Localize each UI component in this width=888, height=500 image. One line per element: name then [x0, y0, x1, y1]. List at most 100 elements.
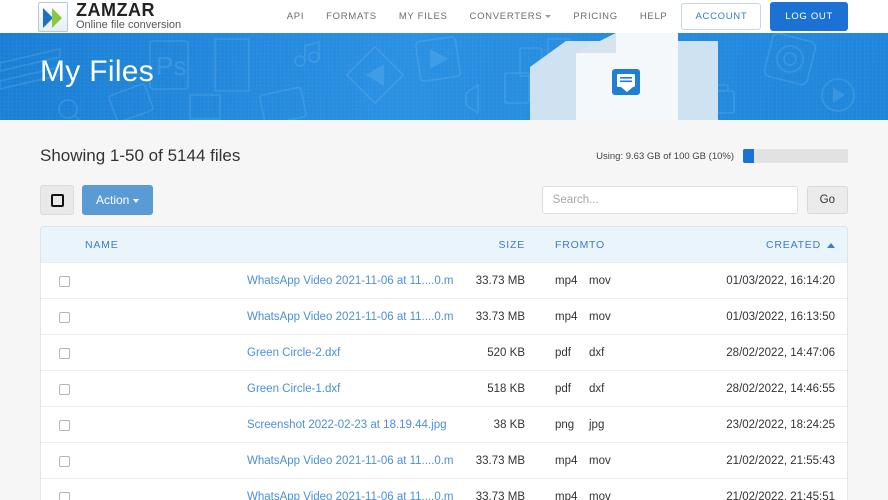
nav-label: HELP	[639, 11, 668, 22]
svg-text:Ps: Ps	[156, 51, 186, 81]
file-created-cell: 21/02/2022, 21:45:51	[641, 478, 847, 500]
action-dropdown-button[interactable]: Action	[82, 185, 154, 215]
nav-item-api[interactable]: API	[287, 11, 304, 22]
main-content: Showing 1-50 of 5144 files Using: 9.63 G…	[0, 134, 888, 500]
row-checkbox-cell	[41, 262, 247, 299]
row-checkbox[interactable]	[59, 419, 70, 431]
nav-label: CONVERTERS	[469, 11, 543, 22]
storage-progress-bar	[743, 149, 848, 163]
file-size-cell: 520 KB	[453, 334, 525, 371]
brand-title: ZAMZAR	[76, 0, 155, 20]
column-header-name[interactable]: NAME	[41, 227, 453, 263]
file-size-cell: 518 KB	[453, 370, 525, 407]
file-from-format-cell: mp4	[525, 442, 581, 479]
search-go-button[interactable]: Go	[806, 186, 848, 214]
nav-item-formats[interactable]: FORMATS	[326, 11, 377, 22]
storage-usage: Using: 9.63 GB of 100 GB (10%)	[596, 149, 848, 163]
file-name-cell: WhatsApp Video 2021-11-06 at 11....0.mov	[247, 298, 453, 335]
file-name-link[interactable]: Green Circle-1.dxf	[247, 383, 340, 395]
column-header-created[interactable]: CREATED	[641, 227, 847, 263]
table-row[interactable]: WhatsApp Video 2021-11-06 at 11....0.mov…	[41, 298, 847, 335]
table-row[interactable]: WhatsApp Video 2021-11-06 at 11....0.mov…	[41, 478, 847, 500]
caret-up-icon	[827, 242, 835, 248]
table-row[interactable]: Screenshot 2022-02-23 at 18.19.44.jpg 38 …	[41, 406, 847, 443]
row-checkbox[interactable]	[59, 383, 70, 395]
double-chevron-icon	[38, 1, 68, 32]
document-stack-illustration	[530, 33, 718, 120]
file-to-format-cell: mov	[581, 298, 641, 335]
row-checkbox-cell	[41, 334, 247, 371]
checkbox-square-icon	[50, 193, 64, 207]
table-row[interactable]: Green Circle-2.dxf 520 KB pdf dxf 28/02/2022…	[41, 334, 847, 371]
row-checkbox[interactable]	[59, 455, 70, 467]
nav-label: FORMATS	[326, 11, 377, 22]
file-from-format-cell: mp4	[525, 262, 581, 299]
file-created-cell: 28/02/2022, 14:47:06	[641, 334, 847, 371]
summary-row: Showing 1-50 of 5144 files Using: 9.63 G…	[40, 134, 848, 178]
file-from-format-cell: png	[525, 406, 581, 443]
nav-item-pricing[interactable]: PRICING	[573, 11, 618, 22]
file-created-cell: 21/02/2022, 21:55:43	[641, 442, 847, 479]
table-row[interactable]: WhatsApp Video 2021-11-06 at 11....0.mov…	[41, 262, 847, 299]
file-to-format-cell: dxf	[581, 370, 641, 407]
file-size-cell: 33.73 MB	[453, 478, 525, 500]
action-button-label: Action	[96, 193, 130, 207]
row-checkbox[interactable]	[59, 275, 70, 287]
file-to-format-cell: dxf	[581, 334, 641, 371]
nav-item-converters[interactable]: CONVERTERS	[470, 11, 552, 22]
file-name-link[interactable]: WhatsApp Video 2021-11-06 at 11....0.mov	[247, 275, 453, 287]
showing-count-label: Showing 1-50 of 5144 files	[40, 146, 241, 165]
row-checkbox[interactable]	[59, 311, 70, 323]
file-from-format-cell: mp4	[525, 298, 581, 335]
column-header-size[interactable]: SIZE	[453, 227, 525, 263]
row-checkbox-cell	[41, 298, 247, 335]
nav-item-help[interactable]: HELP	[640, 11, 668, 22]
file-name-cell: Green Circle-1.dxf	[247, 370, 453, 407]
row-checkbox-cell	[41, 406, 247, 443]
search-area: Go	[541, 186, 848, 214]
file-name-cell: Green Circle-2.dxf	[247, 334, 453, 371]
file-created-cell: 28/02/2022, 14:46:55	[641, 370, 847, 407]
brand-logo[interactable]: ZAMZAR Online file conversion	[38, 0, 182, 32]
caret-down-icon	[133, 198, 140, 203]
file-to-format-cell: jpg	[581, 406, 641, 443]
file-to-format-cell: mov	[581, 262, 641, 299]
nav-item-my-files[interactable]: MY FILES	[399, 11, 448, 22]
file-size-cell: 33.73 MB	[453, 262, 525, 299]
file-from-format-cell: pdf	[525, 370, 581, 407]
file-name-link[interactable]: WhatsApp Video 2021-11-06 at 11....0.mov	[247, 311, 453, 323]
file-name-cell: WhatsApp Video 2021-11-06 at 11....0.mov	[247, 442, 453, 479]
chevron-down-icon	[545, 14, 552, 18]
row-checkbox[interactable]	[59, 347, 70, 359]
files-toolbar: Action Go	[40, 184, 848, 216]
table-row[interactable]: WhatsApp Video 2021-11-06 at 11....0.mov…	[41, 442, 847, 479]
table-row[interactable]: Green Circle-1.dxf 518 KB pdf dxf 28/02/2022…	[41, 370, 847, 407]
table-header-row: NAME SIZE FROM TO CREATED	[41, 227, 847, 263]
file-size-cell: 38 KB	[453, 406, 525, 443]
row-checkbox[interactable]	[59, 491, 70, 500]
file-created-cell: 23/02/2022, 18:24:25	[641, 406, 847, 443]
brand-tagline: Online file conversion	[76, 18, 182, 31]
file-name-link[interactable]: WhatsApp Video 2021-11-06 at 11....0.mov	[247, 455, 453, 467]
file-name-cell: Screenshot 2022-02-23 at 18.19.44.jpg	[247, 406, 453, 443]
logout-button[interactable]: LOG OUT	[770, 2, 848, 31]
nav-label: API	[286, 11, 305, 22]
files-table-head: NAME SIZE FROM TO CREATED	[41, 227, 847, 263]
file-name-link[interactable]: Screenshot 2022-02-23 at 18.19.44.jpg	[247, 419, 446, 431]
column-header-created-label: CREATED	[766, 239, 821, 251]
file-name-link[interactable]: WhatsApp Video 2021-11-06 at 11....0.mov	[247, 491, 453, 500]
file-created-cell: 01/03/2022, 16:13:50	[641, 298, 847, 335]
file-name-cell: WhatsApp Video 2021-11-06 at 11....0.mov	[247, 478, 453, 500]
file-created-cell: 01/03/2022, 16:14:20	[641, 262, 847, 299]
account-button[interactable]: ACCOUNT	[681, 3, 762, 30]
row-checkbox-cell	[41, 478, 247, 500]
column-header-to[interactable]: TO	[581, 227, 641, 263]
file-name-link[interactable]: Green Circle-2.dxf	[247, 347, 340, 359]
column-header-from[interactable]: FROM	[525, 227, 588, 263]
file-to-format-cell: mov	[581, 478, 641, 500]
search-input[interactable]	[541, 186, 798, 214]
top-navigation-bar: ZAMZAR Online file conversion API FORMAT…	[0, 0, 888, 33]
nav-label: MY FILES	[398, 11, 448, 22]
select-all-checkbox-button[interactable]	[40, 185, 74, 215]
files-table-card: NAME SIZE FROM TO CREATED WhatsApp Video…	[40, 226, 848, 500]
